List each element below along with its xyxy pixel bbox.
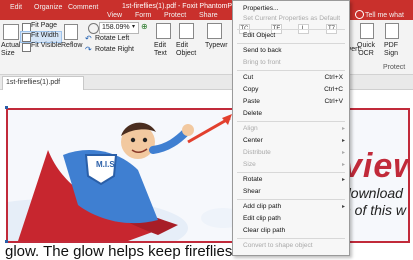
quick-ocr-button[interactable]: Quick OCR: [356, 42, 376, 58]
lightbulb-icon: [355, 10, 364, 19]
pdf-sign-icon[interactable]: [385, 23, 399, 39]
fit-page-button[interactable]: Fit Page: [31, 22, 57, 29]
tab-protect[interactable]: Protect: [164, 12, 186, 19]
pdf-sign-button[interactable]: PDF Sign: [383, 42, 399, 58]
menu-item-center[interactable]: Center: [243, 137, 263, 144]
reflow-icon[interactable]: [64, 24, 78, 40]
title-bar: Edit Organize Comment 1st-fireflies(1).p…: [0, 0, 413, 20]
typewriter-icon[interactable]: [207, 23, 222, 39]
submenu-arrow-icon: ▸: [341, 177, 345, 183]
banner-line-1: download: [343, 185, 403, 201]
copy-shortcut: Ctrl+C: [324, 86, 343, 93]
menu-item-bring-to-front: Bring to front: [243, 59, 281, 66]
menu-item-edit-clip-path[interactable]: Edit clip path: [243, 215, 281, 222]
rotate-right-icon: ↷: [85, 45, 92, 54]
submenu-arrow-icon: ▸: [341, 150, 345, 156]
zoom-in-icon[interactable]: ⊕: [141, 22, 148, 31]
submenu-arrow-icon: ▸: [341, 162, 345, 168]
menu-item-add-clip-path[interactable]: Add clip path: [243, 203, 281, 210]
menu-item-edit-object[interactable]: Edit Object: [243, 32, 275, 39]
actual-size-icon[interactable]: [3, 24, 19, 40]
zoom-icon[interactable]: [88, 23, 99, 34]
menu-separator: [237, 199, 345, 200]
reflow-button[interactable]: Reflow: [61, 42, 82, 49]
menu-separator: [237, 43, 345, 44]
body-text-line: glow. The glow helps keep fireflies safe: [5, 243, 265, 260]
quick-ocr-icon[interactable]: [360, 23, 374, 39]
menu-separator: [237, 238, 345, 239]
zoom-value: 158.09%: [102, 24, 130, 31]
menu-separator: [237, 121, 345, 122]
window-title: 1st-fireflies(1).pdf - Foxit PhantomPDF: [122, 3, 242, 10]
menu-separator: [237, 70, 345, 71]
menu-item-copy[interactable]: Copy: [243, 86, 258, 93]
rotate-right-button[interactable]: Rotate Right: [95, 46, 134, 53]
tab-form[interactable]: Form: [135, 12, 151, 19]
ribbon: Actual Size Fit Page Fit Width Fit Visib…: [0, 20, 413, 75]
menu-item-shear[interactable]: Shear: [243, 188, 261, 195]
protect-group-label: Protect: [383, 64, 406, 71]
menu-item-convert-to-shape: Convert to shape object: [243, 242, 313, 249]
fit-width-button[interactable]: Fit Width: [31, 32, 59, 39]
submenu-arrow-icon: ▸: [341, 204, 345, 210]
selection-handle[interactable]: [5, 106, 8, 109]
menu-item-paste[interactable]: Paste: [243, 98, 260, 105]
banner-heading: view: [343, 147, 408, 185]
edit-text-icon[interactable]: [156, 23, 171, 39]
tab-comment[interactable]: Comment: [68, 4, 98, 11]
rotate-left-icon: ↶: [85, 34, 92, 43]
document-tab-label: 1st-fireflies(1).pdf: [6, 79, 61, 86]
fit-visible-icon: [22, 43, 31, 52]
edit-object-icon[interactable]: [179, 23, 194, 39]
fit-visible-button[interactable]: Fit Visible: [31, 42, 61, 49]
tab-edit[interactable]: Edit: [10, 4, 22, 11]
tab-view[interactable]: View: [107, 12, 122, 19]
menu-item-cut[interactable]: Cut: [243, 74, 253, 81]
chevron-down-icon[interactable]: ▾: [132, 23, 135, 30]
banner-line-2: n of this w: [343, 202, 407, 218]
menu-item-size: Size: [243, 161, 256, 168]
menu-item-set-current-properties: Set Current Properties as Default: [243, 15, 341, 22]
menu-item-properties[interactable]: Properties...: [243, 5, 279, 12]
menu-item-clear-clip-path[interactable]: Clear clip path: [243, 227, 285, 234]
typewriter-button[interactable]: Typewr: [205, 42, 228, 49]
menu-item-delete[interactable]: Delete: [243, 110, 262, 117]
menu-separator: [237, 172, 345, 173]
tab-organize[interactable]: Organize: [34, 4, 62, 11]
rotate-left-button[interactable]: Rotate Left: [95, 35, 129, 42]
menu-item-align: Align: [243, 125, 258, 132]
context-menu: Properties... Set Current Properties as …: [232, 0, 350, 256]
document-tab[interactable]: 1st-fireflies(1).pdf: [2, 76, 84, 90]
menu-item-rotate[interactable]: Rotate: [243, 176, 262, 183]
submenu-arrow-icon: ▸: [341, 126, 345, 132]
menu-item-send-to-back[interactable]: Send to back: [243, 47, 282, 54]
tab-share[interactable]: Share: [199, 12, 218, 19]
fit-width-icon: [22, 33, 31, 42]
tell-me-search[interactable]: Tell me what: [365, 12, 404, 19]
badge-text: M.I.S: [96, 160, 115, 169]
menu-item-distribute: Distribute: [243, 149, 271, 156]
edit-object-button[interactable]: Edit Object: [176, 42, 198, 58]
edit-text-button[interactable]: Edit Text: [154, 42, 172, 58]
paste-shortcut: Ctrl+V: [324, 98, 343, 105]
cut-shortcut: Ctrl+X: [324, 74, 343, 81]
submenu-arrow-icon: ▸: [341, 138, 345, 144]
actual-size-label[interactable]: Actual Size: [1, 42, 21, 58]
menu-separator: [237, 29, 345, 30]
